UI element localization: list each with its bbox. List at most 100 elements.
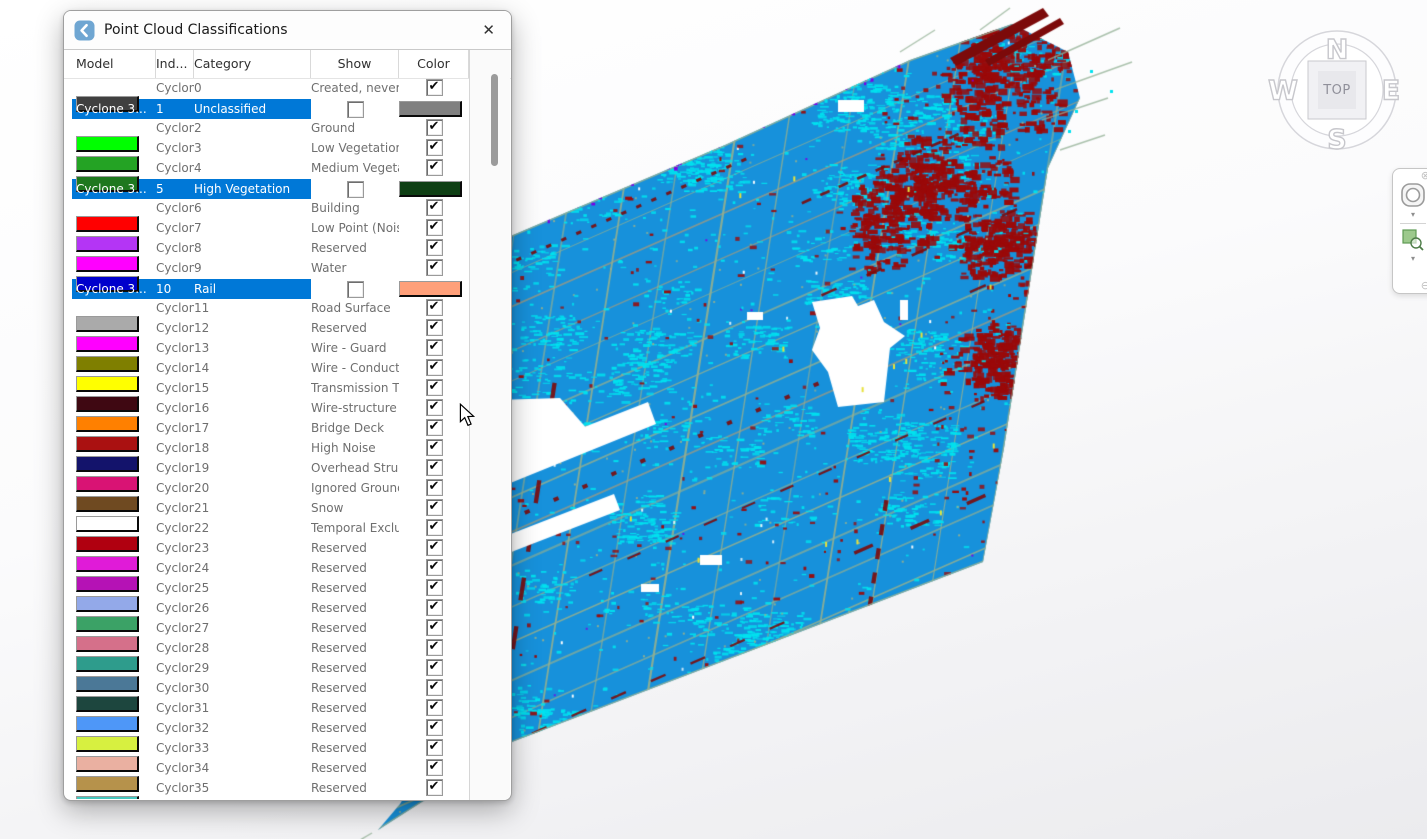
show-checkbox[interactable]: ✔ [426,119,443,136]
row-category[interactable]: Wire - Conductor [311,358,399,378]
color-swatch[interactable] [76,596,139,612]
row-model[interactable]: Cyclone 3... [76,279,156,299]
row-model[interactable]: Cyclone 3... [156,398,194,418]
row-model[interactable]: Cyclone 3... [156,298,194,318]
steering-wheel-icon[interactable] [1399,181,1427,209]
row-model[interactable]: Cyclone 3... [156,658,194,678]
show-checkbox[interactable]: ✔ [426,599,443,616]
row-model[interactable]: Cyclone 3... [156,598,194,618]
row-model[interactable]: Cyclone 3... [156,738,194,758]
row-model[interactable]: Cyclone 3... [156,618,194,638]
row-model[interactable]: Cyclone 3... [156,358,194,378]
row-category[interactable]: Reserved [311,618,399,638]
row-category[interactable]: Reserved [311,598,399,618]
chevron-down-icon[interactable]: ▾ [1411,254,1415,263]
color-swatch[interactable] [76,476,139,492]
column-header-category[interactable]: Category [194,50,311,78]
color-swatch[interactable] [76,336,139,352]
row-model[interactable]: Cyclone 3... [156,478,194,498]
row-model[interactable]: Cyclone 3... [156,778,194,798]
row-model[interactable]: Cyclone 3... [156,558,194,578]
row-category[interactable]: Medium Vegetat... [311,158,399,178]
row-model[interactable]: Cyclone 3... [76,179,156,199]
color-swatch[interactable] [76,676,139,692]
show-checkbox[interactable]: ✔ [426,379,443,396]
color-swatch[interactable] [76,716,139,732]
row-category[interactable]: Building [311,198,399,218]
row-category[interactable]: Low Point (Noise) [311,218,399,238]
row-category[interactable]: Ground [311,118,399,138]
toolbar-collapse-icon[interactable]: ⊖ [1421,280,1427,291]
show-checkbox[interactable]: ✔ [426,239,443,256]
row-category[interactable]: Unclassified [194,99,311,119]
row-model[interactable]: Cyclone 3... [156,538,194,558]
color-swatch[interactable] [76,416,139,432]
show-checkbox[interactable]: ✔ [426,459,443,476]
show-checkbox[interactable] [347,181,364,198]
column-header-color[interactable]: Color [399,50,469,78]
row-model[interactable]: Cyclone 3... [156,418,194,438]
row-category[interactable]: Created, never c... [311,78,399,98]
row-category[interactable]: Temporal Exclu... [311,518,399,538]
show-checkbox[interactable]: ✔ [426,619,443,636]
row-model[interactable]: Cyclone 3... [156,638,194,658]
show-checkbox[interactable]: ✔ [426,159,443,176]
show-checkbox[interactable]: ✔ [426,759,443,776]
show-checkbox[interactable]: ✔ [426,539,443,556]
row-category[interactable]: Reserved [311,778,399,798]
row-category[interactable]: Rail [194,279,311,299]
row-model[interactable]: Cyclone 3... [156,218,194,238]
color-swatch[interactable] [76,736,139,752]
show-checkbox[interactable]: ✔ [426,479,443,496]
column-header-show[interactable]: Show [311,50,399,78]
row-model[interactable]: Cyclone 3... [156,578,194,598]
chevron-down-icon[interactable]: ▾ [1411,210,1415,219]
color-swatch[interactable] [76,216,139,232]
show-checkbox[interactable]: ✔ [426,299,443,316]
color-swatch[interactable] [76,316,139,332]
color-swatch[interactable] [76,516,139,532]
color-swatch[interactable] [76,396,139,412]
show-checkbox[interactable]: ✔ [426,679,443,696]
row-category[interactable]: Reserved [311,238,399,258]
column-header-model[interactable]: Model [68,50,156,78]
row-model[interactable]: Cyclone 3... [156,678,194,698]
dialog-close-button[interactable]: ✕ [478,19,499,41]
dialog-titlebar[interactable]: Point Cloud Classifications ✕ [64,11,511,50]
row-model[interactable]: Cyclone 3... [156,198,194,218]
table-row[interactable]: Cyclone 3... 10 Rail [64,279,511,299]
show-checkbox[interactable] [347,101,364,118]
color-swatch[interactable] [76,536,139,552]
show-checkbox[interactable]: ✔ [426,659,443,676]
row-category[interactable]: Reserved [311,538,399,558]
show-checkbox[interactable]: ✔ [426,719,443,736]
color-swatch[interactable] [76,616,139,632]
show-checkbox[interactable] [347,281,364,298]
show-checkbox[interactable]: ✔ [426,359,443,376]
color-swatch[interactable] [76,456,139,472]
show-checkbox[interactable]: ✔ [426,579,443,596]
compass-south-label[interactable]: S [1327,125,1346,156]
color-swatch[interactable] [76,636,139,652]
color-swatch[interactable] [76,576,139,592]
color-swatch[interactable] [76,376,139,392]
row-model[interactable]: Cyclone 3... [156,758,194,778]
color-swatch[interactable] [399,281,462,297]
row-model[interactable]: Cyclone 3... [156,458,194,478]
row-category[interactable]: Reserved [311,658,399,678]
table-row[interactable]: Cyclone 3... 1 Unclassified [64,99,511,119]
row-category[interactable]: Reserved [311,678,399,698]
color-swatch[interactable] [76,696,139,712]
row-category[interactable]: Reserved [311,698,399,718]
table-row[interactable]: Cyclone 3... 11 Road Surface ✔ [64,299,511,319]
table-row[interactable]: Cyclone 3... 5 High Vegetation [64,179,511,199]
row-category[interactable]: Transmission T... [311,378,399,398]
row-model[interactable]: Cyclone 3... [156,138,194,158]
row-model[interactable]: Cyclone 3... [156,698,194,718]
color-swatch[interactable] [76,356,139,372]
color-swatch[interactable] [76,776,139,792]
compass-east-label[interactable]: E [1382,76,1400,107]
row-category[interactable]: Reserved [311,318,399,338]
color-swatch[interactable] [76,796,139,799]
show-checkbox[interactable]: ✔ [426,639,443,656]
